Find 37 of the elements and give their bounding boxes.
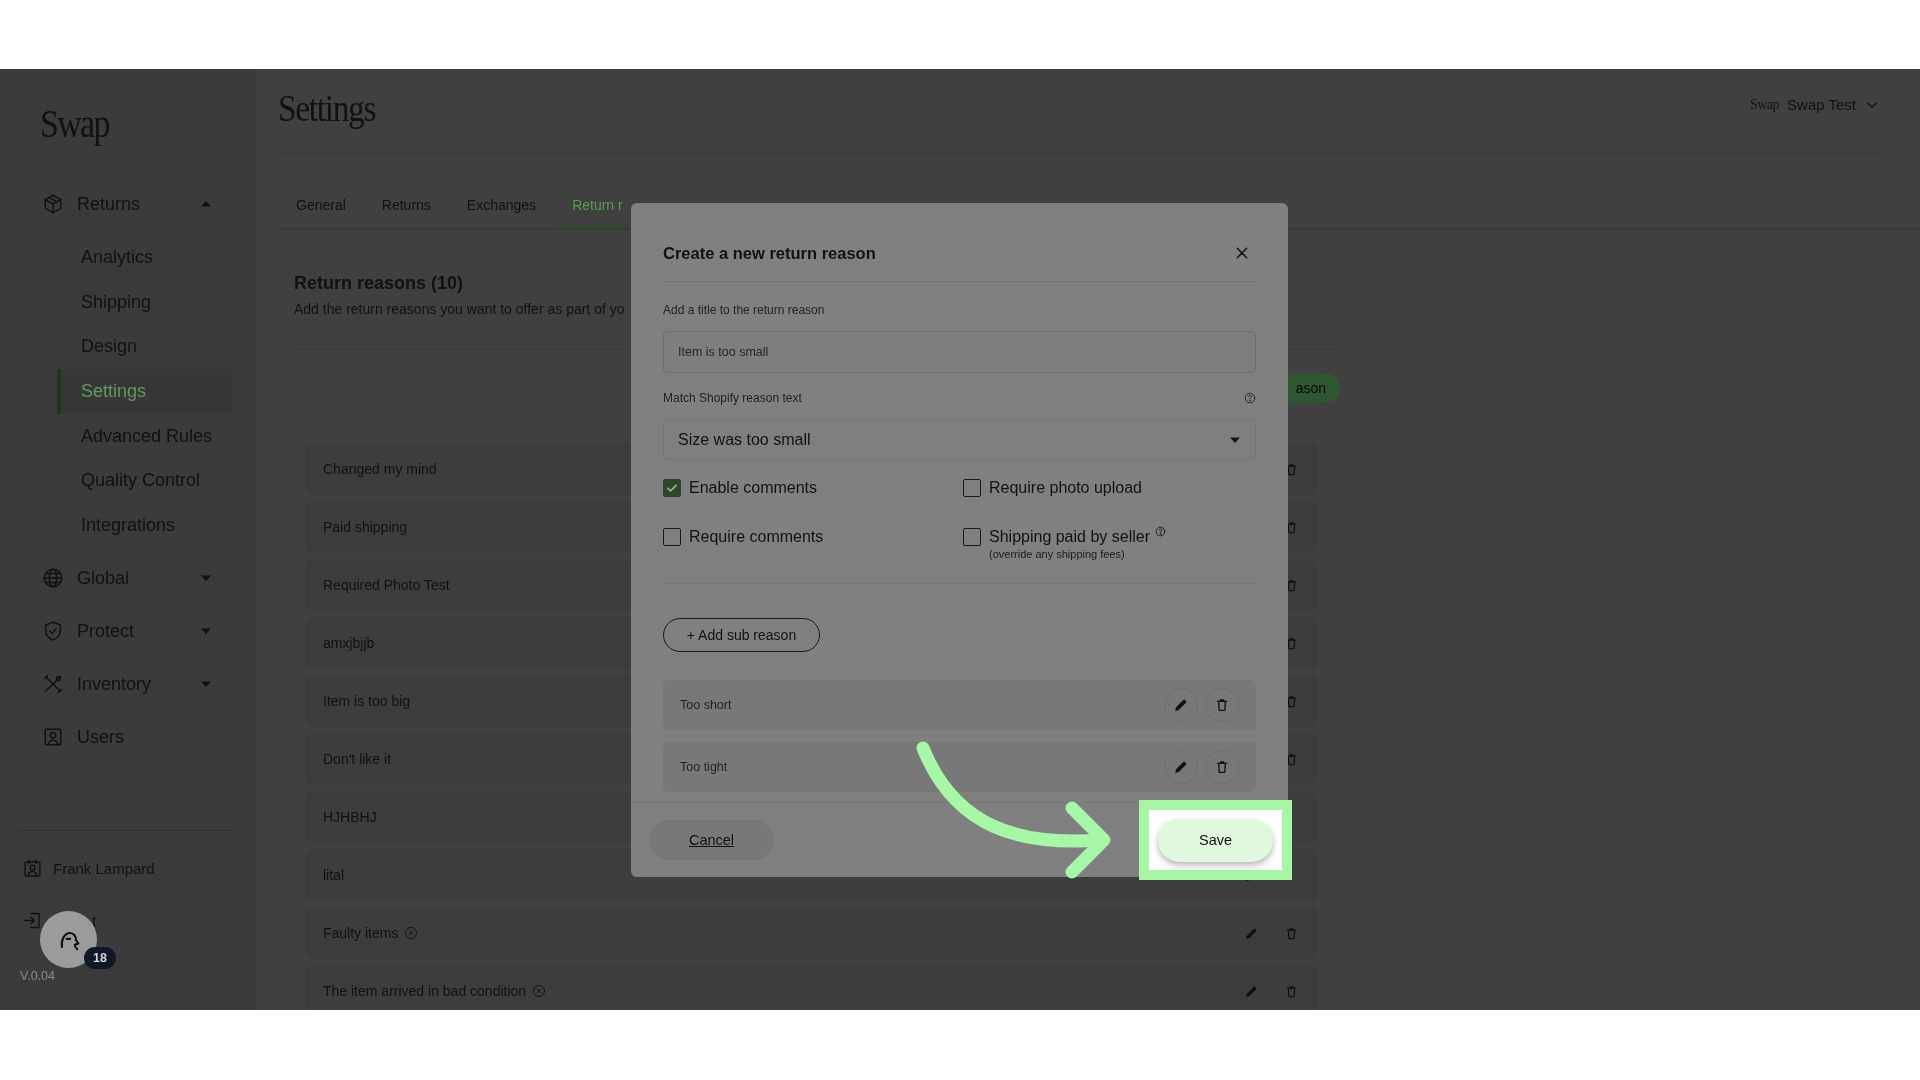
cancel-button[interactable]: Cancel xyxy=(649,820,774,860)
reason-dropdown[interactable]: Size was too small xyxy=(663,419,1256,460)
checkbox[interactable] xyxy=(963,528,981,546)
nav-subitem[interactable]: Settings xyxy=(57,369,232,414)
sub-reason-title: Too tight xyxy=(680,760,729,774)
checkbox[interactable] xyxy=(663,528,681,546)
checkbox-label: Shipping paid by seller xyxy=(989,527,1150,547)
field-label: Add a title to the return reason xyxy=(663,302,825,318)
pencil-icon xyxy=(1173,697,1189,713)
option-note: (override any shipping fees) xyxy=(989,548,1126,561)
notification-badge: 18 xyxy=(84,947,116,969)
field-label: Match Shopify reason text xyxy=(663,390,802,406)
pencil-icon xyxy=(1243,983,1259,999)
box-icon xyxy=(42,193,64,215)
checkbox[interactable] xyxy=(663,479,681,497)
crossed-tools-icon xyxy=(42,673,64,696)
version-label: V.0.04 xyxy=(20,968,55,983)
checkbox-label: Require comments xyxy=(689,527,824,547)
trash-icon xyxy=(1214,759,1230,775)
sub-reason-title: Too short xyxy=(680,698,733,712)
globe-icon xyxy=(42,567,64,590)
title-input-field[interactable]: Item is too small xyxy=(663,331,1256,373)
checkbox-label: Require photo upload xyxy=(989,478,1142,498)
sub-reason-row[interactable]: Too short xyxy=(663,680,1256,730)
help-icon xyxy=(1244,392,1256,404)
pencil-icon xyxy=(1243,925,1259,941)
user-icon xyxy=(42,726,64,749)
trash-icon xyxy=(1214,697,1230,713)
sub-reason-row[interactable]: Too tight xyxy=(663,742,1256,792)
pencil-icon xyxy=(1173,759,1189,775)
close-button[interactable] xyxy=(1234,245,1250,261)
checkbox[interactable] xyxy=(963,479,981,497)
close-icon xyxy=(1234,245,1250,261)
dialog-title: Create a new return reason xyxy=(663,243,876,263)
id-badge-icon xyxy=(22,858,43,880)
checkbox-label: Enable comments xyxy=(689,478,818,498)
shield-check-icon xyxy=(42,620,64,643)
